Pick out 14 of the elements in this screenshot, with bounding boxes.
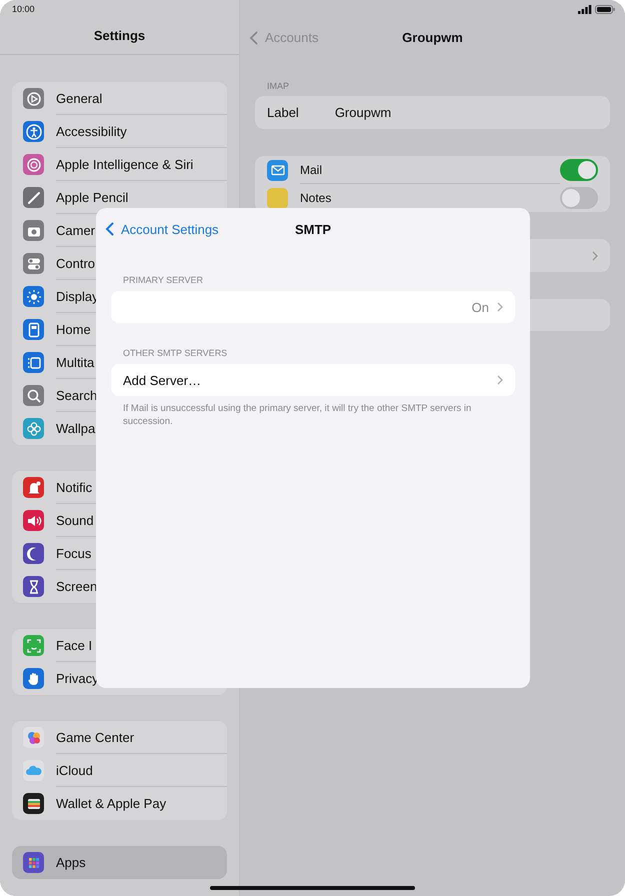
page-title: Groupwm [401,30,464,45]
row-value: On [472,300,489,314]
section-header: PRIMARY SERVER [123,275,204,285]
sheet-title: SMTP [294,222,332,236]
row-label: Label [267,105,299,120]
row-value: Groupwm [334,105,392,120]
row-label: Mail [300,156,560,184]
row-label: Notes [300,190,332,207]
section-header: IMAP [267,81,290,91]
sidebar-title: Settings [94,28,146,44]
status-time: 10:00 [12,4,35,14]
row-label: Add Server… [123,372,202,388]
footer-note: If Mail is unsuccessful using the primary server, it will try the other SMTP servers in succession. [123,402,472,428]
section-header: OTHER SMTP SERVERS [123,348,228,358]
